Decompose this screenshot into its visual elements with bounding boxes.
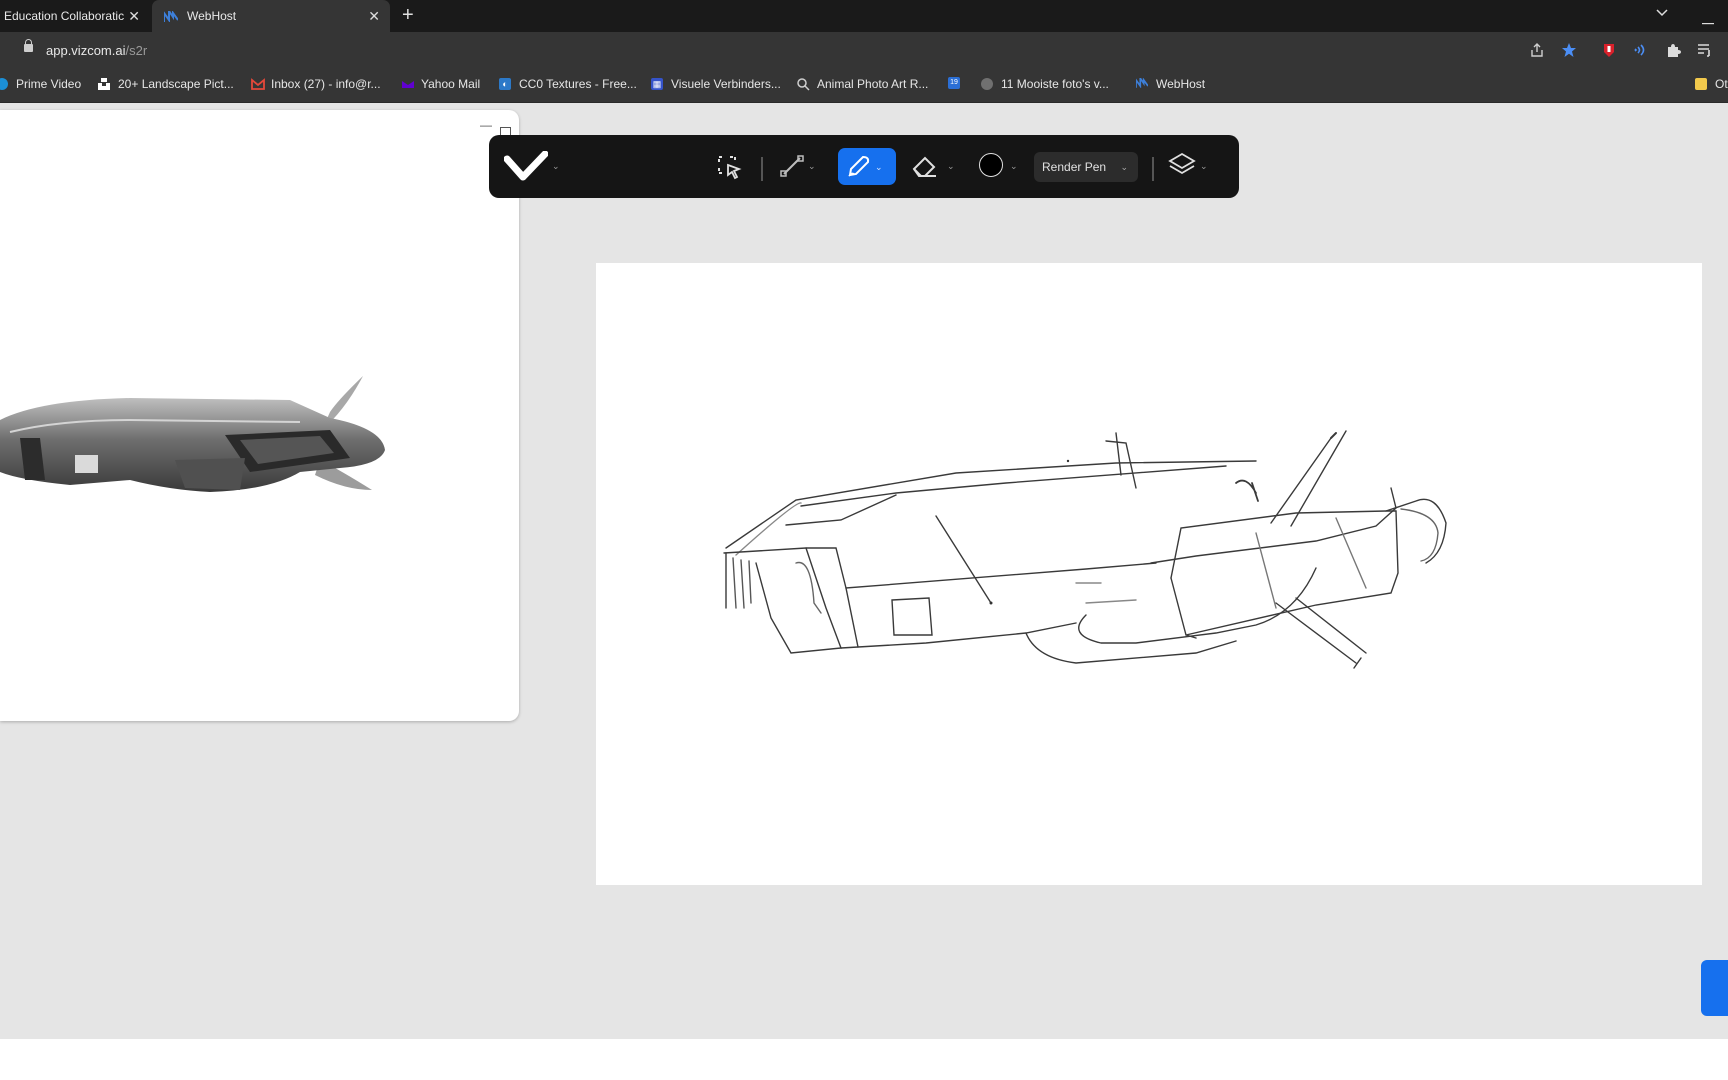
select-tool-icon[interactable] [715,153,743,186]
bookmark-cc0[interactable]: ◐ CC0 Textures - Free... [499,77,637,91]
extension-red-icon[interactable] [1600,41,1618,59]
bookmark-visuele[interactable]: ▦ Visuele Verbinders... [651,77,781,91]
brush-type-select[interactable]: Render Pen ⌄ [1034,152,1138,182]
tab-title: WebHost [187,9,237,23]
toolbar-separator [761,157,763,181]
layers-chevron-icon[interactable]: ⌄ [1200,161,1208,172]
address-bar: app.vizcom.ai/s2r [0,32,1728,68]
media-playlist-icon[interactable] [1696,41,1714,59]
bookmarks-bar: Prime Video 20+ Landscape Pict... Inbox … [0,68,1728,103]
drawing-canvas[interactable] [596,263,1702,885]
tab-webhost[interactable]: WebHost ✕ [152,0,390,32]
vizcom-app: — ⌄ ⌄ ⌄ ⌄ ⌄ Render Pen ⌄ ⌄ [0,103,1728,1039]
extensions-puzzle-icon[interactable] [1664,41,1682,59]
bookmark-label: Inbox (27) - info@r... [271,77,381,91]
vizcom-logo-icon[interactable] [503,150,549,188]
visuele-icon: ▦ [651,78,663,90]
tab-title: Education Collaboratic [4,9,125,23]
line-tool-icon[interactable] [779,153,805,184]
new-tab-button[interactable]: + [402,4,414,27]
pen-tool-button[interactable]: ⌄ [838,148,896,185]
bookmark-label: Visuele Verbinders... [671,77,781,91]
url-path: /s2r [125,43,148,58]
bookmark-yahoo[interactable]: Yahoo Mail [401,77,480,91]
bookmark-landscape[interactable]: 20+ Landscape Pict... [98,77,234,91]
rendered-spaceship-image [0,376,385,492]
tab-strip: Education Collaboratic ✕ WebHost ✕ + [0,0,1728,32]
yahoo-icon [401,78,414,90]
webhost-favicon-icon [163,7,179,23]
drawing-toolbar: ⌄ ⌄ ⌄ ⌄ ⌄ Render Pen ⌄ ⌄ [489,135,1239,198]
url-host: app.vizcom.ai [46,43,126,58]
url-field[interactable]: app.vizcom.ai/s2r [46,43,147,58]
bookmark-inbox[interactable]: Inbox (27) - info@r... [251,77,381,91]
bookmark-label: Animal Photo Art R... [817,77,929,91]
bookmark-label: Yahoo Mail [421,77,481,91]
bookmark-star-icon[interactable] [1560,41,1578,59]
tab-search-chevron-icon[interactable] [1655,5,1669,22]
bookmark-other[interactable]: Ot [1695,77,1728,91]
bookmark-prime-video[interactable]: Prime Video [0,77,81,91]
share-icon[interactable] [1528,41,1546,59]
eraser-tool-icon[interactable] [910,153,938,184]
toolbar-separator [1152,157,1154,181]
layers-icon[interactable] [1168,151,1196,184]
generate-render-button[interactable] [1701,960,1728,1016]
bookmark-label: WebHost [1156,77,1206,91]
bookmark-mooiste-fotos[interactable]: 11 Mooiste foto's v... [981,77,1109,91]
prime-video-icon [0,78,8,90]
bookmark-animal-photo[interactable]: Animal Photo Art R... [797,77,928,91]
brush-type-label: Render Pen [1042,160,1107,174]
bookmark-calendar[interactable]: 19 [948,77,968,89]
brush-type-chevron-icon: ⌄ [1120,162,1128,172]
line-tool-chevron-icon[interactable]: ⌄ [808,161,816,172]
brush-color-swatch[interactable] [979,153,1003,177]
bottom-bar [0,1039,1728,1080]
eraser-tool-chevron-icon[interactable]: ⌄ [947,161,955,172]
pen-tool-icon [845,154,871,185]
extension-audio-icon[interactable] [1632,41,1650,59]
bookmark-label: Ot [1715,77,1728,91]
bookmark-label: 20+ Landscape Pict... [118,77,234,91]
gmail-icon [251,78,265,90]
pen-tool-chevron-icon[interactable]: ⌄ [875,162,883,173]
lock-icon[interactable] [24,39,33,52]
search-icon [797,78,810,91]
cc0-icon: ◐ [499,78,511,90]
close-tab-icon[interactable]: ✕ [368,8,380,25]
calendar-icon: 19 [948,77,960,89]
close-tab-icon[interactable]: ✕ [128,8,140,25]
spaceship-sketch [723,430,1447,669]
logo-menu-chevron-icon[interactable]: ⌄ [552,161,560,172]
minimize-window-icon[interactable] [1702,12,1714,28]
color-chevron-icon[interactable]: ⌄ [1010,161,1018,172]
globe-icon [981,78,993,90]
bookmark-label: 11 Mooiste foto's v... [1001,77,1109,91]
tab-education[interactable]: Education Collaboratic ✕ [0,0,150,32]
webhost-icon [1135,75,1149,90]
folder-icon [1695,78,1707,90]
bookmark-label: CC0 Textures - Free... [519,77,637,91]
unsplash-icon [98,78,110,90]
bookmark-webhost[interactable]: WebHost [1135,75,1206,91]
bookmark-label: Prime Video [16,77,82,91]
render-preview-panel[interactable]: — [0,110,519,721]
preview-minimize-icon[interactable]: — [480,118,492,132]
